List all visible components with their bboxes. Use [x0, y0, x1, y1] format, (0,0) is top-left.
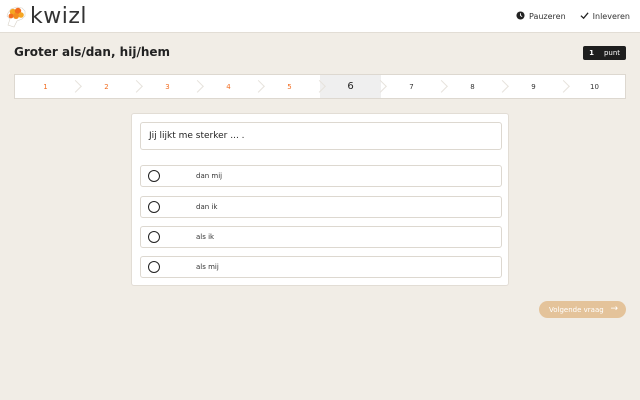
step-6[interactable]: 6: [320, 75, 381, 98]
clock-icon: [516, 11, 525, 22]
question-card: Jij lijkt me sterker ... . dan mij dan i…: [131, 113, 509, 286]
step-3[interactable]: 3: [137, 75, 198, 98]
step-9[interactable]: 9: [503, 75, 564, 98]
answer-label: als mij: [196, 263, 219, 271]
step-5[interactable]: 5: [259, 75, 320, 98]
step-1[interactable]: 1: [15, 75, 76, 98]
answer-label: dan ik: [196, 203, 218, 211]
submit-button[interactable]: Inleveren: [580, 11, 630, 22]
top-bar: kwizl Pauzeren Inleveren: [0, 0, 640, 33]
step-4[interactable]: 4: [198, 75, 259, 98]
logo[interactable]: kwizl: [4, 3, 87, 31]
check-icon: [580, 11, 589, 22]
submit-label: Inleveren: [592, 12, 630, 21]
answer-label: dan mij: [196, 172, 223, 180]
points-badge: 1 punt: [583, 46, 626, 60]
question-text: Jij lijkt me sterker ... .: [140, 122, 502, 150]
step-2[interactable]: 2: [76, 75, 137, 98]
page-title: Groter als/dan, hij/hem: [14, 45, 171, 59]
step-7[interactable]: 7: [381, 75, 442, 98]
points-label: punt: [603, 49, 620, 57]
brain-icon: [4, 5, 28, 29]
answer-label: als ik: [196, 233, 215, 241]
pause-label: Pauzeren: [528, 12, 566, 21]
step-8[interactable]: 8: [442, 75, 503, 98]
radio-button[interactable]: [148, 231, 160, 243]
pause-button[interactable]: Pauzeren: [516, 11, 566, 22]
points-value: 1: [589, 49, 594, 57]
step-10[interactable]: 10: [564, 75, 625, 98]
answer-option[interactable]: dan ik: [140, 196, 502, 218]
arrow-right-icon: →: [610, 304, 618, 314]
next-question-button[interactable]: Volgende vraag →: [539, 301, 626, 318]
question-stepper: 1 2 3 4 5 6 7 8 9 10: [14, 74, 626, 99]
next-question-label: Volgende vraag: [549, 305, 604, 314]
answer-option[interactable]: als ik: [140, 226, 502, 248]
brand-name: kwizl: [30, 4, 88, 29]
top-actions: Pauzeren Inleveren: [516, 0, 630, 33]
radio-button[interactable]: [148, 201, 160, 213]
radio-button[interactable]: [148, 261, 160, 273]
answer-option[interactable]: als mij: [140, 256, 502, 278]
answer-option[interactable]: dan mij: [140, 165, 502, 187]
radio-button[interactable]: [148, 170, 160, 182]
